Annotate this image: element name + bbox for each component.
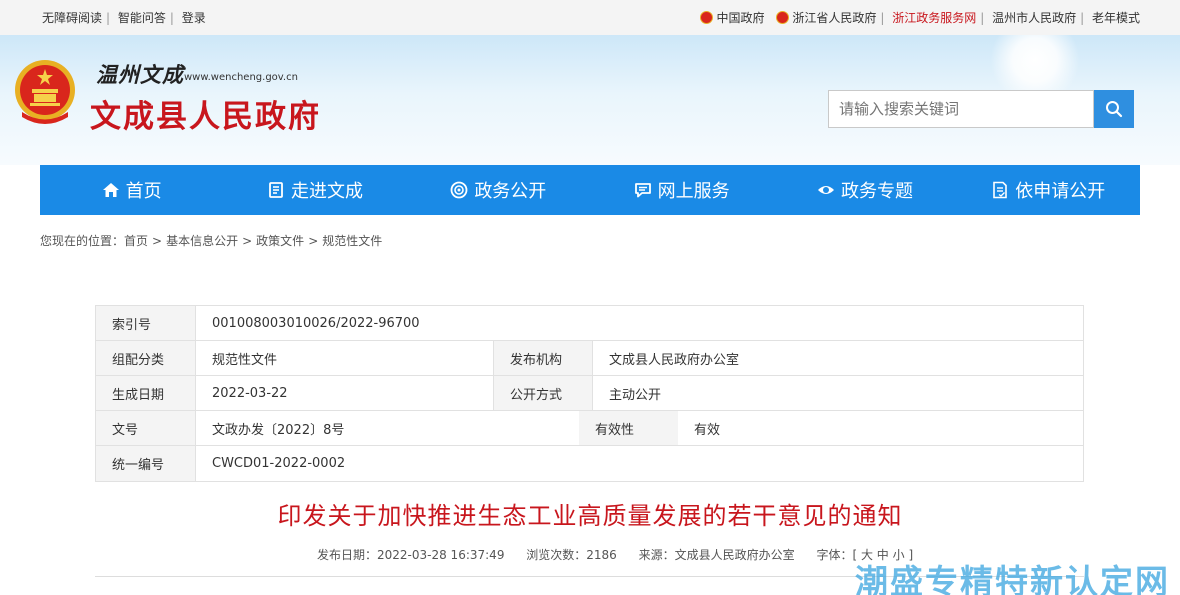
site-url: www.wencheng.gov.cn	[184, 72, 298, 83]
elderly-mode-link[interactable]: 老年模式	[1092, 11, 1140, 25]
site-title[interactable]: 文成县人民政府	[90, 91, 321, 136]
unified-label: 统一编号	[96, 446, 195, 481]
nav-item-apply-disclosure[interactable]: 依申请公开	[957, 165, 1140, 215]
meta-row: 统一编号 CWCD01-2022-0002	[96, 446, 1083, 481]
document-info: 发布日期：2022-03-28 16:37:49 浏览次数：2186 来源：文成…	[317, 546, 931, 563]
date-value: 2022-03-22	[195, 376, 493, 410]
separator: |	[169, 11, 174, 25]
meta-row: 索引号 001008003010026/2022-96700	[96, 306, 1083, 341]
breadcrumb-item-normative[interactable]: 规范性文件	[322, 234, 382, 248]
book-icon	[269, 182, 283, 198]
eye-icon	[817, 186, 834, 194]
nav-item-label: 政务专题	[840, 181, 913, 202]
org-value: 文成县人民政府办公室	[592, 341, 1082, 375]
login-link[interactable]: 登录	[182, 11, 206, 25]
nav-item-online-service[interactable]: 网上服务	[590, 165, 773, 215]
meta-row: 文号 文政办发〔2022〕8号 有效性 有效	[96, 411, 1083, 446]
unified-value: CWCD01-2022-0002	[195, 446, 1083, 481]
wenzhou-gov-link[interactable]: 温州市人民政府	[992, 11, 1076, 25]
search-input[interactable]	[828, 90, 1094, 128]
separator: |	[106, 11, 111, 25]
nav-item-topics[interactable]: 政务专题	[773, 165, 956, 215]
site-calligraphy-logo: 温州文成	[96, 62, 184, 87]
chat-icon	[634, 183, 651, 198]
nav-item-label: 依申请公开	[1015, 181, 1106, 202]
national-emblem-icon	[700, 11, 714, 24]
separator: |	[980, 11, 985, 25]
meta-row: 生成日期 2022-03-22 公开方式 主动公开	[96, 376, 1083, 411]
mode-label: 公开方式	[493, 376, 592, 410]
watermark: 潮盛专精特新认定网	[855, 562, 1170, 595]
breadcrumb-item-policy[interactable]: 政策文件	[256, 234, 304, 248]
docno-label: 文号	[96, 411, 195, 445]
separator	[768, 11, 772, 25]
nav-item-label: 首页	[125, 181, 162, 202]
nav-item-label: 政务公开	[474, 181, 547, 202]
search-button[interactable]	[1094, 90, 1134, 128]
search-icon	[1106, 101, 1123, 118]
utility-links-right: 中国政府 浙江省人民政府 | 浙江政务服务网 | 温州市人民政府 | 老年模式	[700, 9, 1140, 26]
index-label: 索引号	[96, 306, 195, 340]
zhejiang-service-link[interactable]: 浙江政务服务网	[892, 11, 976, 25]
main-nav: 首页 走进文成 政务公开 网上服务 政务专题 依申请公开	[40, 165, 1140, 215]
smart-qa-link[interactable]: 智能问答	[118, 11, 166, 25]
nav-item-label: 网上服务	[657, 181, 730, 202]
nav-item-label: 走进文成	[290, 181, 363, 202]
breadcrumb-prefix: 您现在的位置：	[40, 234, 125, 248]
org-label: 发布机构	[493, 341, 592, 375]
home-icon	[102, 183, 119, 197]
breadcrumb-item-home[interactable]: 首页	[124, 234, 148, 248]
validity-value: 有效	[678, 411, 1082, 445]
publish-date: 发布日期：2022-03-28 16:37:49	[317, 548, 505, 562]
view-count: 浏览次数：2186	[526, 548, 617, 562]
separator: |	[1080, 11, 1085, 25]
search-box	[828, 90, 1134, 128]
national-emblem-icon[interactable]	[12, 57, 78, 127]
meta-row: 组配分类 规范性文件 发布机构 文成县人民政府办公室	[96, 341, 1083, 376]
category-label: 组配分类	[96, 341, 195, 375]
nav-item-gov-affairs[interactable]: 政务公开	[407, 165, 590, 215]
breadcrumb-sep: >	[152, 234, 163, 248]
zhejiang-gov-link[interactable]: 浙江省人民政府	[792, 11, 876, 25]
zhejiang-emblem-icon	[776, 11, 790, 24]
accessibility-link[interactable]: 无障碍阅读	[42, 11, 102, 25]
nav-item-home[interactable]: 首页	[40, 165, 223, 215]
broadcast-icon	[450, 181, 468, 199]
document-icon	[993, 181, 1008, 199]
breadcrumb-sep: >	[308, 234, 319, 248]
separator: |	[880, 11, 885, 25]
date-label: 生成日期	[96, 376, 195, 410]
breadcrumb-item-basic-info[interactable]: 基本信息公开	[166, 234, 238, 248]
utility-links-left: 无障碍阅读 | 智能问答 | 登录	[42, 9, 206, 26]
nav-item-about[interactable]: 走进文成	[223, 165, 406, 215]
document-metadata-table: 索引号 001008003010026/2022-96700 组配分类 规范性文…	[95, 305, 1084, 482]
document-title: 印发关于加快推进生态工业高质量发展的若干意见的通知	[277, 502, 903, 530]
breadcrumb: 您现在的位置：首页 > 基本信息公开 > 政策文件 > 规范性文件	[40, 232, 386, 249]
validity-label: 有效性	[579, 411, 678, 445]
docno-value: 文政办发〔2022〕8号	[195, 411, 579, 445]
category-value: 规范性文件	[195, 341, 493, 375]
index-value: 001008003010026/2022-96700	[195, 306, 1083, 340]
mode-value: 主动公开	[592, 376, 1082, 410]
china-gov-link[interactable]: 中国政府	[716, 11, 764, 25]
breadcrumb-sep: >	[242, 234, 253, 248]
source: 来源：文成县人民政府办公室	[638, 548, 795, 562]
top-utility-bar: 无障碍阅读 | 智能问答 | 登录 中国政府 浙江省人民政府 | 浙江政务服务网 | 温…	[0, 0, 1180, 35]
